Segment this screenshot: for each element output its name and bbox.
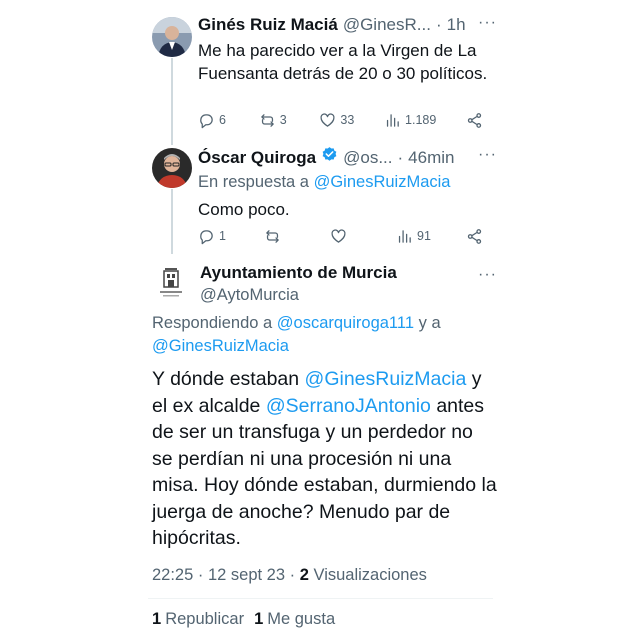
reply-prefix: En respuesta a (198, 173, 309, 191)
heart-icon (331, 228, 346, 243)
reposts-count: 1 (152, 610, 162, 628)
tweet-text: Como poco. (198, 200, 290, 219)
retweet-count: 3 (279, 113, 287, 127)
likes-count: 1 (254, 610, 264, 628)
views-icon (386, 113, 399, 127)
reply-icon (200, 113, 213, 128)
tweet-text-part: Y dónde estaban (152, 368, 300, 390)
reply-button[interactable]: 6 (198, 110, 229, 130)
likes-stat[interactable]: 1 Me gusta (254, 610, 335, 629)
reply-mention-link[interactable]: @GinesRuizMacia (314, 173, 451, 191)
engagement-stats: 1 Republicar 1 Me gusta (152, 610, 335, 629)
retweet-button[interactable] (264, 226, 295, 246)
reposts-stat[interactable]: 1 Republicar (152, 610, 244, 629)
like-button[interactable] (330, 226, 361, 246)
avatar[interactable] (152, 264, 190, 304)
reply-context: En respuesta a @GinesRuizMacia (198, 171, 500, 193)
views-count: 91 (417, 229, 431, 243)
author-name[interactable]: Óscar Quiroga (198, 147, 316, 169)
likes-label: Me gusta (267, 610, 336, 628)
reply-context: Respondiendo a @oscarquiroga111 y a @Gin… (152, 312, 472, 358)
share-button[interactable] (466, 226, 483, 246)
reply-count: 6 (219, 113, 226, 127)
tweet-timestamp[interactable]: 22:25 · 12 sept 23 (152, 566, 285, 584)
reply-and: y a (418, 314, 441, 332)
reply-count: 1 (219, 229, 226, 243)
share-icon (467, 112, 482, 128)
tweet-text: Y dónde estaban @GinesRuizMacia y el ex … (152, 366, 497, 552)
author-name[interactable]: Ayuntamiento de Murcia (200, 262, 397, 284)
more-options-icon[interactable]: ··· (478, 146, 497, 164)
reply-icon (200, 229, 213, 244)
share-button[interactable] (466, 110, 483, 130)
retweet-icon (260, 113, 274, 127)
views-count: 1.189 (405, 113, 437, 127)
verified-badge-icon (322, 147, 337, 161)
author-handle[interactable]: @GinesR... (343, 14, 431, 36)
separator: · (397, 148, 404, 167)
views-icon (398, 229, 411, 243)
views-button[interactable]: 1.189 (384, 110, 436, 130)
author-handle[interactable]: @os... (343, 147, 392, 169)
tweet-gines[interactable]: Ginés Ruiz Maciá @GinesR... · 1h Me ha p… (0, 0, 640, 140)
tweet-text: Me ha parecido ver a la Virgen de La Fue… (198, 41, 488, 83)
mention-link[interactable]: @GinesRuizMacia (305, 368, 467, 390)
views-label: Visualizaciones (313, 566, 427, 584)
views-count: 2 (299, 566, 309, 584)
author-handle[interactable]: @AytoMurcia (200, 284, 397, 306)
heart-icon (320, 112, 335, 127)
retweet-icon (266, 229, 279, 243)
tweet-meta: 22:25 · 12 sept 23 · 2 Visualizaciones (152, 566, 427, 585)
timestamp[interactable]: 1h (447, 14, 466, 36)
more-options-icon[interactable]: ··· (478, 266, 497, 284)
reposts-label: Republicar (165, 610, 245, 628)
reply-mention-link[interactable]: @GinesRuizMacia (152, 337, 289, 355)
separator: · (289, 566, 296, 584)
share-icon (467, 228, 482, 244)
reply-mention-link[interactable]: @oscarquiroga111 (277, 314, 414, 332)
like-count: 33 (340, 113, 355, 127)
avatar[interactable] (152, 148, 192, 188)
timestamp[interactable]: 46min (408, 147, 454, 169)
mention-link[interactable]: @SerranoJAntonio (266, 395, 431, 417)
reply-prefix: Respondiendo a (152, 314, 273, 332)
separator: · (435, 15, 442, 34)
tweet-oscar[interactable]: Óscar Quiroga @os... · 46min En respuest… (0, 140, 640, 260)
divider (148, 598, 493, 599)
avatar[interactable] (152, 17, 192, 57)
reply-button[interactable]: 1 (198, 226, 229, 246)
author-name[interactable]: Ginés Ruiz Maciá (198, 14, 338, 36)
more-options-icon[interactable]: ··· (478, 14, 497, 32)
like-button[interactable]: 33 (319, 110, 354, 130)
tweet-text-part: antes de ser un transfuga y un perdedor … (152, 394, 497, 550)
views-button[interactable]: 91 (396, 226, 431, 246)
retweet-button[interactable]: 3 (259, 110, 290, 130)
